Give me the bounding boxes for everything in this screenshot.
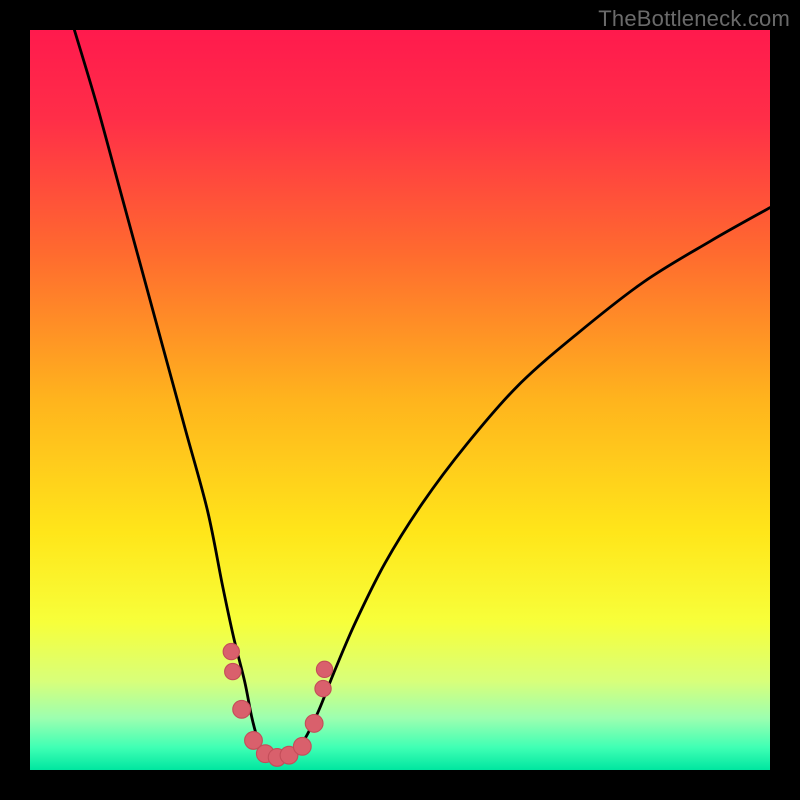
curve-marker <box>293 737 311 755</box>
curve-marker <box>223 643 239 659</box>
watermark-text: TheBottleneck.com <box>598 6 790 32</box>
curve-marker <box>305 715 323 733</box>
curve-marker <box>316 661 332 677</box>
bottleneck-curve <box>30 30 770 770</box>
curve-marker <box>315 680 331 696</box>
plot-area <box>30 30 770 770</box>
chart-frame: TheBottleneck.com <box>0 0 800 800</box>
curve-marker <box>233 700 251 718</box>
curve-marker <box>225 663 241 679</box>
